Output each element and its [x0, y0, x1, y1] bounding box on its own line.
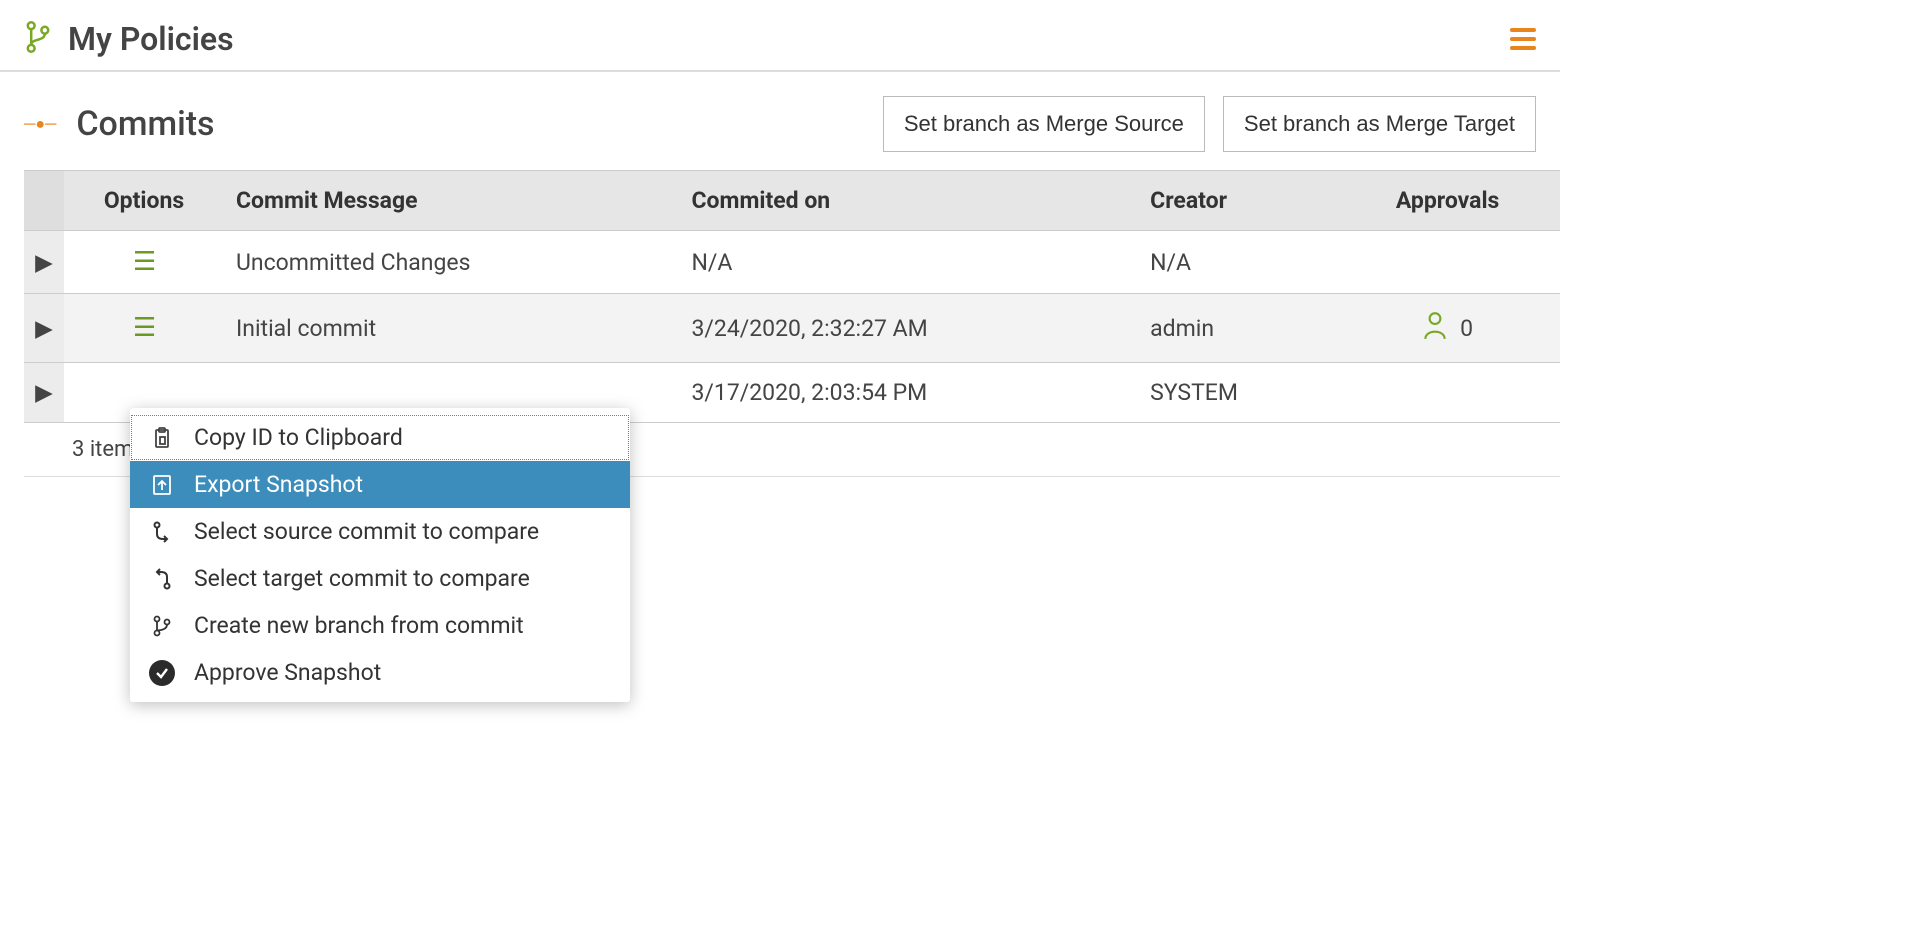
cell-commited-on: N/A: [679, 231, 1138, 294]
compare-down-icon: [148, 520, 176, 544]
col-creator: Creator: [1138, 171, 1335, 231]
menu-item-label: Approve Snapshot: [194, 659, 381, 686]
cell-message: Uncommitted Changes: [224, 231, 679, 294]
options-icon[interactable]: ☰: [133, 247, 155, 277]
cell-commited-on: 3/24/2020, 2:32:27 AM: [679, 294, 1138, 363]
export-icon: [148, 473, 176, 497]
cell-approvals: [1335, 231, 1560, 294]
menu-create-branch[interactable]: Create new branch from commit: [130, 602, 630, 649]
commits-table: Options Commit Message Commited on Creat…: [24, 170, 1560, 423]
cell-message: Initial commit: [224, 294, 679, 363]
set-merge-source-button[interactable]: Set branch as Merge Source: [883, 96, 1205, 152]
page-header: My Policies: [0, 0, 1560, 72]
cell-creator: SYSTEM: [1138, 363, 1335, 423]
section-title-wrap: ─●─ Commits: [24, 104, 215, 144]
menu-select-source-compare[interactable]: Select source commit to compare: [130, 508, 630, 555]
cell-commited-on: 3/17/2020, 2:03:54 PM: [679, 363, 1138, 423]
section-header: ─●─ Commits Set branch as Merge Source S…: [0, 72, 1560, 170]
button-row: Set branch as Merge Source Set branch as…: [883, 96, 1536, 152]
menu-copy-id[interactable]: Copy ID to Clipboard: [130, 414, 630, 461]
page-title: My Policies: [68, 20, 234, 58]
cell-creator: admin: [1138, 294, 1335, 363]
table-header-row: Options Commit Message Commited on Creat…: [24, 171, 1560, 231]
section-title: Commits: [76, 104, 214, 144]
collapse-icon[interactable]: ─●─: [24, 114, 56, 134]
options-icon[interactable]: ☰: [133, 313, 155, 343]
cell-approvals: 0: [1335, 294, 1560, 363]
col-message: Commit Message: [224, 171, 679, 231]
cell-approvals: [1335, 363, 1560, 423]
page-title-wrap: My Policies: [24, 20, 234, 58]
expand-icon[interactable]: ▶: [24, 363, 64, 423]
menu-item-label: Copy ID to Clipboard: [194, 424, 403, 451]
table-row[interactable]: ▶ ☰ Uncommitted Changes N/A N/A: [24, 231, 1560, 294]
menu-approve-snapshot[interactable]: Approve Snapshot: [130, 649, 630, 696]
expand-icon[interactable]: ▶: [24, 294, 64, 363]
col-commited-on: Commited on: [679, 171, 1138, 231]
expand-icon[interactable]: ▶: [24, 231, 64, 294]
branch-icon: [24, 20, 52, 58]
person-icon: [1422, 310, 1448, 346]
menu-item-label: Select target commit to compare: [194, 565, 530, 592]
clipboard-icon: [148, 426, 176, 450]
branch-small-icon: [148, 614, 176, 638]
approve-icon: [148, 660, 176, 686]
col-options: Options: [64, 171, 224, 231]
context-menu: Copy ID to Clipboard Export Snapshot Sel…: [130, 408, 630, 702]
compare-up-icon: [148, 567, 176, 591]
menu-select-target-compare[interactable]: Select target commit to compare: [130, 555, 630, 602]
col-approvals: Approvals: [1335, 171, 1560, 231]
set-merge-target-button[interactable]: Set branch as Merge Target: [1223, 96, 1536, 152]
menu-item-label: Export Snapshot: [194, 471, 363, 498]
menu-item-label: Create new branch from commit: [194, 612, 524, 639]
menu-export-snapshot[interactable]: Export Snapshot: [130, 461, 630, 508]
menu-item-label: Select source commit to compare: [194, 518, 539, 545]
cell-creator: N/A: [1138, 231, 1335, 294]
hamburger-menu-icon[interactable]: [1510, 28, 1536, 50]
table-row[interactable]: ▶ ☰ Initial commit 3/24/2020, 2:32:27 AM…: [24, 294, 1560, 363]
approvals-count: 0: [1460, 315, 1473, 342]
